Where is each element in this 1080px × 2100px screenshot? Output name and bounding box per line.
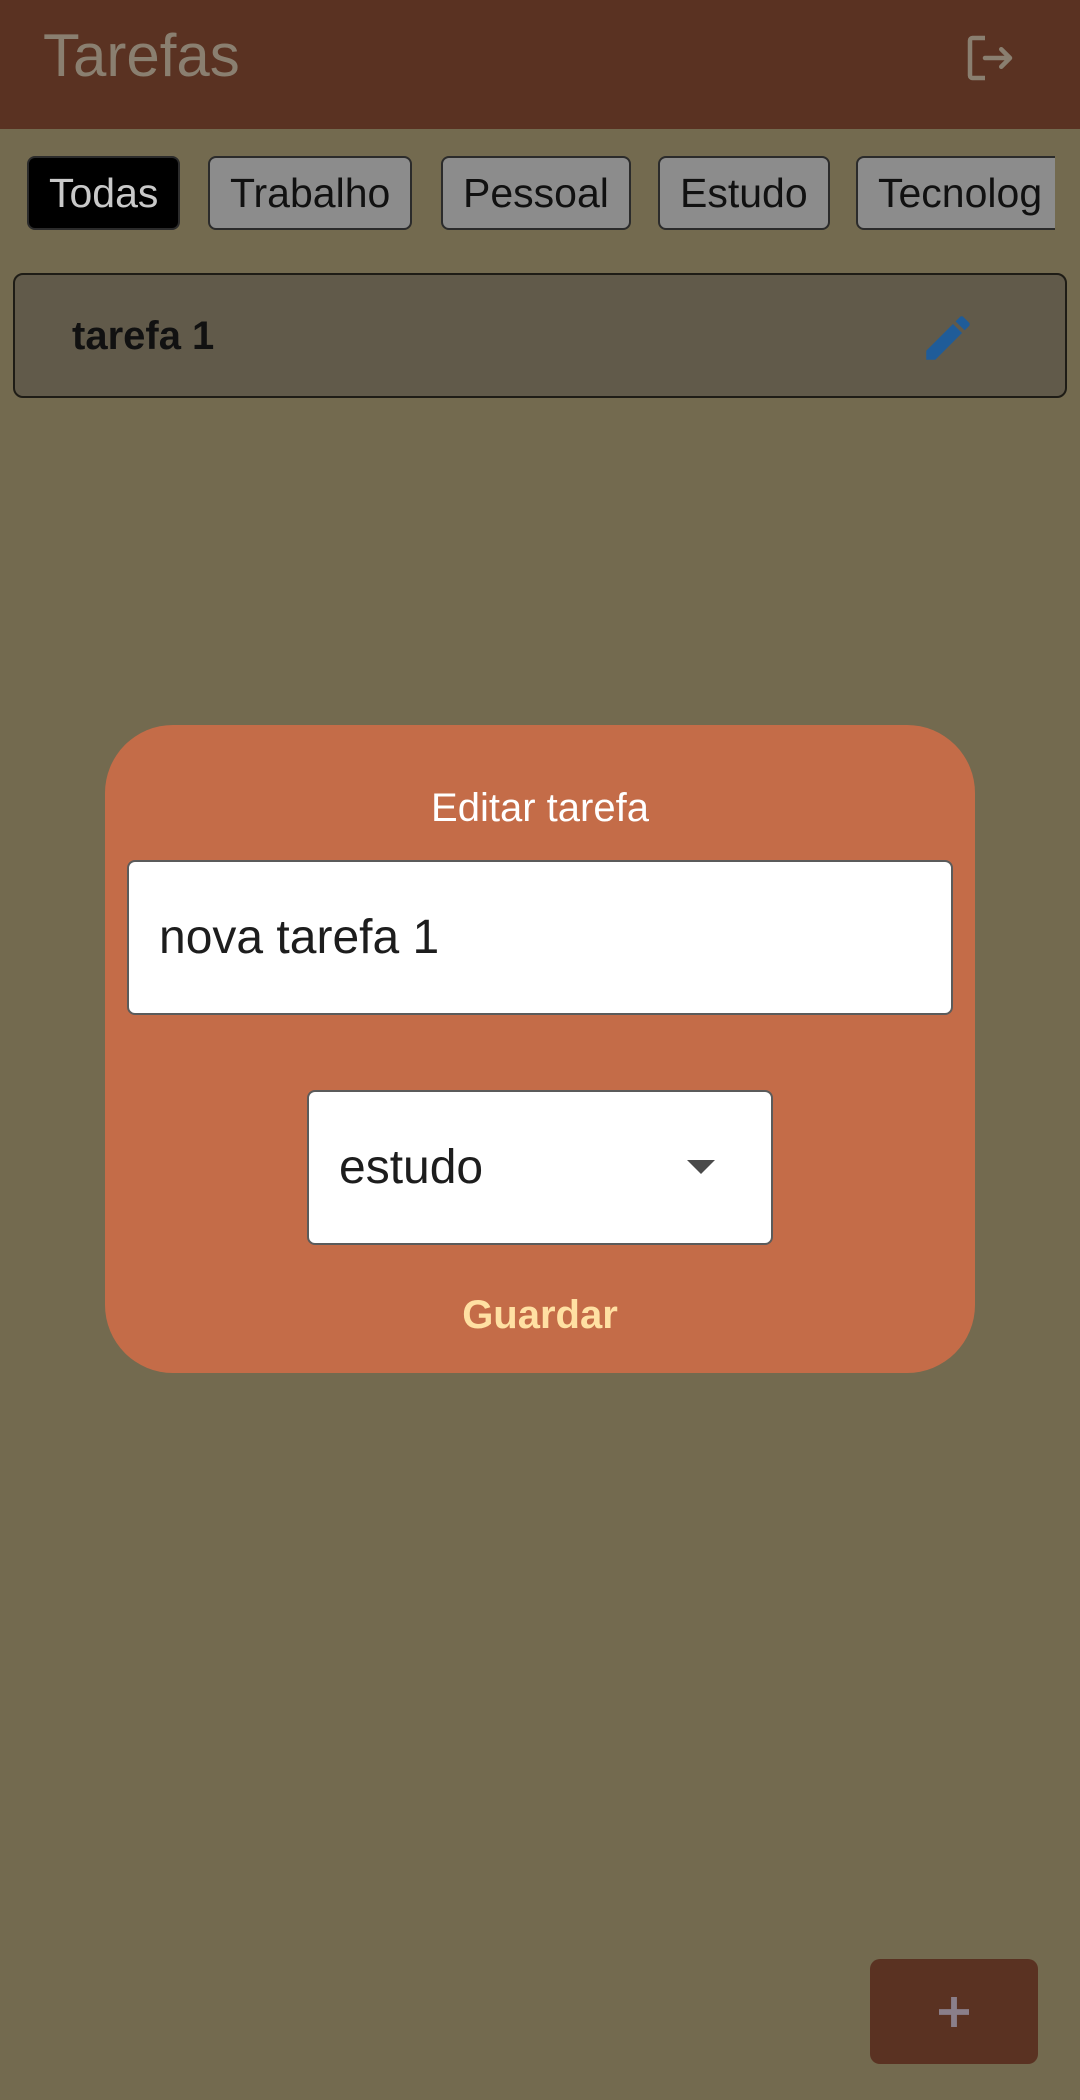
dialog-title: Editar tarefa <box>431 786 649 830</box>
add-icon <box>939 1996 969 2027</box>
page-title: Tarefas <box>43 22 240 89</box>
app-bar: Tarefas <box>0 0 1080 129</box>
edit-icon <box>926 316 970 360</box>
filter-chip-pessoal[interactable]: Pessoal <box>441 156 631 230</box>
filter-chip-trabalho[interactable]: Trabalho <box>208 156 413 230</box>
filter-chip-todas[interactable]: Todas <box>27 156 181 230</box>
task-name-input[interactable] <box>127 860 953 1015</box>
category-filter-bar: Todas Trabalho Pessoal Estudo Tecnolog <box>0 152 1055 236</box>
category-selected-value: estudo <box>339 1141 484 1194</box>
task-title: tarefa 1 <box>72 314 215 358</box>
add-task-button[interactable] <box>870 1959 1038 2064</box>
filter-chip-tecnologia[interactable]: Tecnolog <box>856 156 1055 230</box>
task-card[interactable]: tarefa 1 <box>13 273 1067 398</box>
edit-task-button[interactable] <box>915 305 981 371</box>
save-button[interactable]: Guardar <box>390 1285 690 1345</box>
edit-task-dialog: Editar tarefa estudo Guardar <box>105 725 975 1373</box>
logout-button[interactable] <box>954 22 1026 94</box>
filter-chip-estudo[interactable]: Estudo <box>658 156 830 230</box>
category-dropdown[interactable]: estudo <box>307 1090 773 1245</box>
dropdown-arrow-icon <box>687 1160 715 1174</box>
logout-icon <box>967 35 1013 81</box>
